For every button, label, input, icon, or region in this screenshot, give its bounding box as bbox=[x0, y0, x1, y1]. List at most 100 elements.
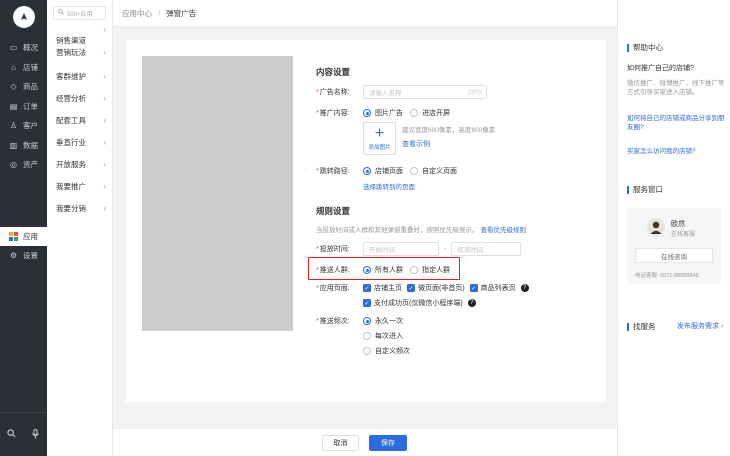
help-answer-1: 微信推广、微博推广、线下推广等方式引导买家进入店铺。 bbox=[627, 80, 725, 96]
audience-highlight-box bbox=[308, 257, 460, 280]
publish-service-link[interactable]: 发布服务需求 › bbox=[677, 323, 723, 331]
chevron-right-icon: › bbox=[103, 47, 106, 57]
gear-icon: ⚙ bbox=[9, 251, 18, 261]
upload-row: + 添加图片 建议宽度600像素，高度800像素 查看示例 bbox=[363, 122, 495, 155]
pages-label: *应用页面: bbox=[316, 285, 350, 292]
asset-icon: ◎ bbox=[10, 160, 17, 170]
phone-service: 电话客服: 0571-88888848 bbox=[635, 273, 699, 279]
radio-image-ad[interactable]: 图片广告 bbox=[363, 108, 403, 118]
help-panel: 帮助中心 如何推广自己的店铺? 微信推广、微博推广、线下推广等方式引导买家进入店… bbox=[617, 0, 730, 456]
app-submenu: 500+应用 销售渠道 › 营销玩法 › 客群维护 › 经营分析 › 配套工具 › 垂直行… bbox=[47, 0, 113, 456]
pages-row-2: ✓ 支付成功页(仅微信小程序端) ? bbox=[363, 298, 476, 308]
document-icon: ▤ bbox=[9, 101, 18, 111]
select-jump-page-link[interactable]: 选择跳转到的页面 bbox=[363, 181, 415, 191]
promo-content-row: *推广内容: 图片广告 进店开屏 bbox=[316, 108, 457, 118]
checkbox-store-home[interactable]: ✓ 店铺主页 bbox=[363, 283, 402, 293]
chevron-right-icon: › bbox=[103, 203, 106, 213]
jump-path-label: *跳转路径: bbox=[316, 168, 350, 175]
chevron-right-icon: › bbox=[103, 159, 106, 169]
chevron-right-icon: › bbox=[103, 137, 106, 147]
nav-item-store[interactable]: ⌂ 店铺 bbox=[0, 58, 47, 78]
radio-splash-screen[interactable]: 进店开屏 bbox=[410, 108, 450, 118]
app-search-input[interactable]: 500+应用 bbox=[53, 6, 106, 20]
nav-item-apps[interactable]: 应用 bbox=[0, 226, 47, 246]
breadcrumb-separator: / bbox=[158, 8, 161, 18]
radio-every-entry[interactable]: 每次进入 bbox=[363, 331, 410, 341]
radio-once-forever[interactable]: 永久一次 bbox=[363, 316, 403, 326]
submenu-item-distribution[interactable]: 我要分销 › bbox=[47, 197, 112, 219]
submenu-item-sales[interactable]: 销售渠道 › bbox=[47, 25, 112, 46]
checkbox-product-list[interactable]: ✓ 商品列表页 bbox=[469, 283, 516, 293]
time-label: *投放时间: bbox=[316, 246, 350, 253]
cancel-button[interactable]: 取消 bbox=[322, 435, 359, 451]
end-time-input[interactable]: 结束时间 bbox=[451, 242, 522, 256]
popup-ad-editor: 内容设置 *广告名称: 请输入名称 (0/0) *推广内容: 图片广告 进店开屏… bbox=[126, 40, 606, 402]
submenu-item-open-services[interactable]: 开放服务 › bbox=[47, 153, 112, 175]
agent-name: 欧然 bbox=[671, 221, 685, 228]
ad-name-row: *广告名称: 请输入名称 (0/0) bbox=[316, 85, 487, 99]
help-link-visit[interactable]: 买家怎么访问我的店铺? bbox=[627, 147, 727, 156]
main-nav: ▭ 概况 ⌂ 店铺 ◇ 商品 ▤ 订单 ♙ 客户 ▥ 数据 ◎ 资产 应用 ⚙ 设置 bbox=[0, 0, 47, 456]
ad-preview bbox=[142, 56, 293, 331]
chevron-right-icon: › bbox=[103, 25, 106, 34]
ad-name-label: *广告名称: bbox=[316, 89, 350, 96]
submenu-item-marketing[interactable]: 营销玩法 › bbox=[47, 46, 112, 58]
submenu-item-customers[interactable]: 客群维护 › bbox=[47, 65, 112, 87]
avatar bbox=[647, 218, 665, 236]
start-time-input[interactable]: 开始时间 bbox=[363, 242, 439, 256]
frequency-row: *推送频次: 永久一次 bbox=[316, 316, 410, 326]
help-center-title: 帮助中心 bbox=[627, 44, 663, 52]
nav-item-customers[interactable]: ♙ 客户 bbox=[0, 116, 47, 136]
ad-name-input[interactable]: 请输入名称 (0/0) bbox=[363, 85, 487, 99]
nav-item-settings[interactable]: ⚙ 设置 bbox=[0, 246, 47, 266]
page-title: 弹窗广告 bbox=[166, 8, 197, 18]
plus-icon: + bbox=[374, 124, 385, 142]
radio-custom-frequency[interactable]: 自定义频次 bbox=[363, 346, 417, 356]
nav-item-assets[interactable]: ◎ 资产 bbox=[0, 155, 47, 175]
chevron-right-icon: › bbox=[103, 181, 106, 191]
store-icon: ⌂ bbox=[11, 62, 16, 72]
help-question-1[interactable]: 如何推广自己的店铺? bbox=[627, 64, 727, 73]
frequency-label: *推送频次: bbox=[316, 318, 350, 325]
priority-rules-link[interactable]: 查看优先级规则 bbox=[481, 224, 527, 234]
apps-icon bbox=[9, 231, 18, 241]
online-consult-button[interactable]: 在线咨询 bbox=[635, 248, 713, 263]
help-icon[interactable]: ? bbox=[467, 299, 476, 307]
chevron-right-icon: › bbox=[103, 71, 106, 81]
checkbox-micro-page[interactable]: ✓ 微页面(非首页) bbox=[407, 283, 465, 293]
service-window-title: 服务窗口 bbox=[627, 186, 663, 194]
checkbox-payment-success[interactable]: ✓ 支付成功页(仅微信小程序端) bbox=[363, 298, 463, 308]
find-service-title: 找服务 bbox=[627, 323, 656, 331]
jump-path-row: *跳转路径: 店铺页面 自定义页面 bbox=[316, 166, 464, 176]
submenu-item-industry[interactable]: 垂直行业 › bbox=[47, 131, 112, 153]
nav-item-orders[interactable]: ▤ 订单 bbox=[0, 97, 47, 117]
breadcrumb: 应用中心 / 弹窗广告 bbox=[113, 0, 617, 27]
brand-icon bbox=[20, 13, 27, 20]
help-icon[interactable]: ? bbox=[520, 284, 529, 292]
tag-icon: ◇ bbox=[10, 82, 17, 92]
submenu-item-tools[interactable]: 配套工具 › bbox=[47, 109, 112, 131]
add-image-button[interactable]: + 添加图片 bbox=[363, 122, 396, 155]
logo[interactable] bbox=[12, 6, 35, 28]
save-button[interactable]: 保存 bbox=[369, 435, 407, 451]
microphone-icon[interactable] bbox=[31, 428, 40, 441]
service-card: 欧然 在线客服 在线咨询 电话客服: 0571-88888848 bbox=[627, 208, 721, 284]
nav-item-data[interactable]: ▥ 数据 bbox=[0, 136, 47, 156]
pages-row: *应用页面: ✓ 店铺主页 ✓ 微页面(非首页) ✓ 商品列表页 ? bbox=[316, 283, 529, 293]
search-icon[interactable] bbox=[7, 429, 16, 440]
rules-settings-title: 规则设置 bbox=[316, 206, 351, 216]
nav-item-goods[interactable]: ◇ 商品 bbox=[0, 77, 47, 97]
content-settings-title: 内容设置 bbox=[316, 67, 351, 77]
radio-custom-page[interactable]: 自定义页面 bbox=[410, 166, 457, 176]
nav-item-overview[interactable]: ▭ 概况 bbox=[0, 38, 47, 58]
help-link-share[interactable]: 如何将自己的店铺或商品分享到朋友圈? bbox=[627, 114, 727, 132]
breadcrumb-app-center[interactable]: 应用中心 bbox=[122, 8, 152, 19]
radio-store-page[interactable]: 店铺页面 bbox=[363, 166, 403, 176]
view-example-link[interactable]: 查看示例 bbox=[402, 139, 495, 149]
submenu-item-promotion[interactable]: 我要推广 › bbox=[47, 175, 112, 197]
submenu-item-analysis[interactable]: 经营分析 › bbox=[47, 87, 112, 109]
upload-hint: 建议宽度600像素，高度800像素 bbox=[402, 127, 496, 134]
agent-status: 在线客服 bbox=[671, 232, 696, 238]
nav-bottom-tools bbox=[0, 412, 47, 456]
search-icon bbox=[58, 9, 64, 17]
